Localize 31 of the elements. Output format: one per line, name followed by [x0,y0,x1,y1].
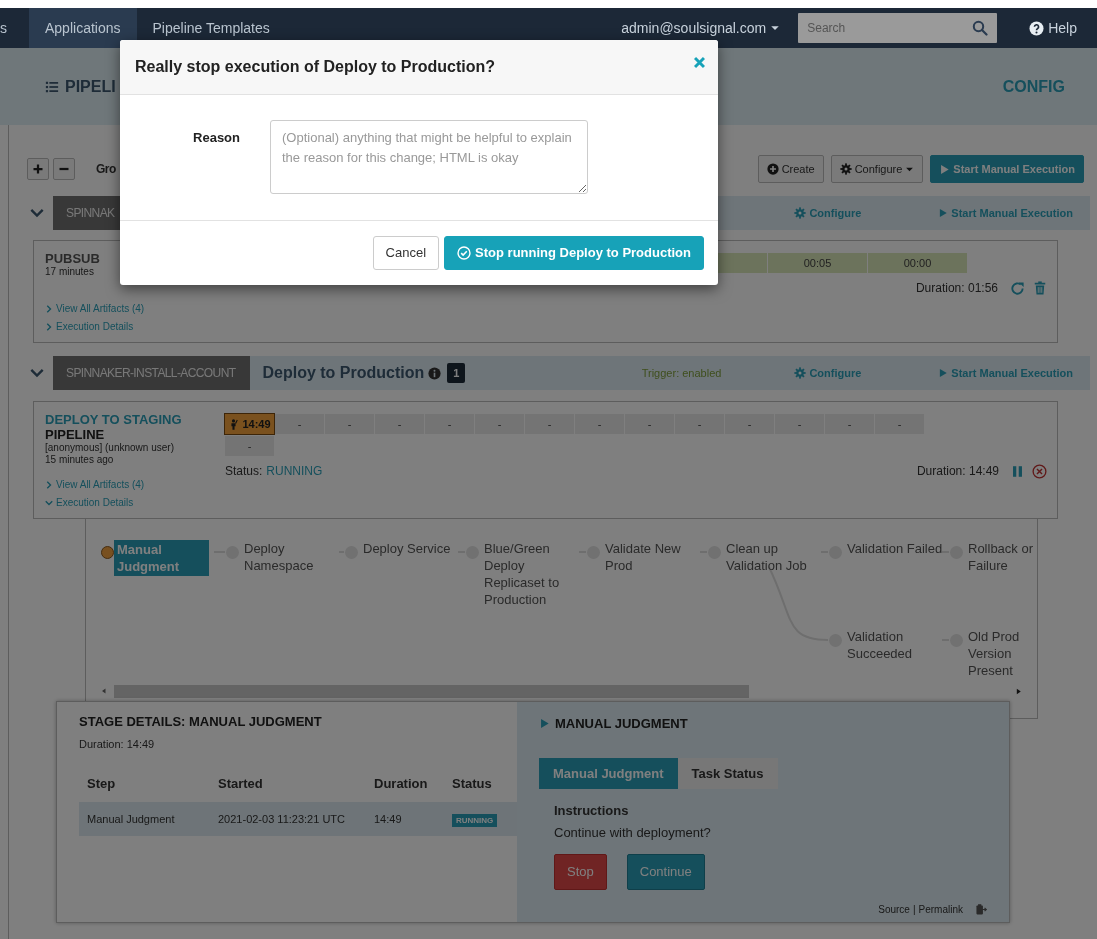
section-title: PIPELI [65,76,116,97]
account-label: SPINNAKER-INSTALL-ACCOUNT [53,356,251,390]
time-ago: 17 minutes [45,266,95,278]
execution-title: PUBSUB [45,251,101,266]
status-value: RUNNING [266,463,323,480]
time-ago: 15 minutes ago [45,454,115,466]
trigger-user: [anonymous] (unknown user) [45,442,175,454]
separator-text: | [912,902,916,917]
count-badge: 1 [447,362,466,384]
field-label: Reason [192,129,240,147]
dialog-title: Really stop execution of Deploy to Production? [135,57,496,77]
status-badge: RUNNING [452,813,498,827]
duration-text: Duration: 14:49 [79,736,156,752]
column-header: Duration [366,766,444,802]
column-header: Status [444,766,517,802]
status-label: Status: [225,463,263,480]
table-cell: 14:49 [366,802,444,836]
duration-text: Duration: 14:49 [916,463,999,480]
trigger-status: Trigger: enabled [641,365,722,381]
panel-title: MANUAL JUDGMENT [555,715,688,733]
column-header: Started [210,766,366,802]
instructions-text: Continue with deployment? [554,823,712,842]
column-header: Step [79,766,210,802]
instructions-heading: Instructions [554,802,630,820]
table-cell: 2021-02-03 11:23:21 UTC [210,802,366,836]
pipeline-name: Deploy to Production [262,363,425,383]
panel-title: STAGE DETAILS: MANUAL JUDGMENT [79,713,323,731]
duration-text: Duration: 01:56 [915,280,998,297]
group-label: Gro [96,161,116,178]
execution-type: PIPELINE [45,427,106,442]
table-cell: Manual Judgment [79,802,210,836]
